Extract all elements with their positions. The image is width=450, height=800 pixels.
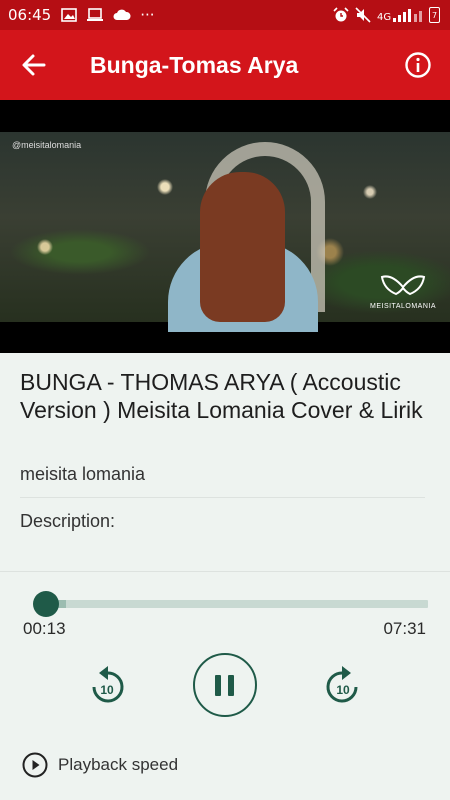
status-time: 06:45 xyxy=(8,6,52,24)
svg-text:4G: 4G xyxy=(377,12,391,22)
signal-icon: 4G xyxy=(377,9,422,22)
forward-10-button[interactable]: 10 xyxy=(322,662,364,706)
play-circle-icon xyxy=(22,752,48,778)
seek-bar[interactable] xyxy=(33,591,428,617)
battery-icon: 7 xyxy=(429,7,440,23)
mute-icon xyxy=(355,7,371,23)
total-time: 07:31 xyxy=(383,619,426,638)
pause-icon xyxy=(215,675,221,696)
playback-speed-button[interactable]: Playback speed xyxy=(22,751,178,779)
seek-track xyxy=(35,600,428,608)
pause-button[interactable] xyxy=(193,653,257,717)
current-time: 00:13 xyxy=(23,619,66,638)
image-icon xyxy=(61,8,78,22)
laptop-icon xyxy=(87,8,104,21)
replay-10-icon: 10 xyxy=(92,666,124,703)
alarm-icon xyxy=(333,7,349,22)
app-bar: Bunga-Tomas Arya xyxy=(0,30,450,100)
cloud-icon xyxy=(113,9,131,20)
info-icon xyxy=(405,52,431,78)
info-button[interactable] xyxy=(404,51,432,79)
forward-10-icon: 10 xyxy=(326,666,358,703)
seek-thumb[interactable] xyxy=(33,591,60,617)
page-title: Bunga-Tomas Arya xyxy=(90,52,299,78)
arrow-left-icon xyxy=(22,54,46,76)
video-thumbnail: @meisitalomania MEISITALOMANIA xyxy=(0,132,450,332)
forward-seconds: 10 xyxy=(336,683,350,697)
rewind-seconds: 10 xyxy=(100,683,114,697)
playback-speed-label: Playback speed xyxy=(58,755,179,774)
channel-logo: MEISITALOMANIA xyxy=(370,274,436,310)
back-button[interactable] xyxy=(20,51,48,79)
description-label: Description: xyxy=(20,511,116,531)
divider xyxy=(0,571,450,572)
channel-name[interactable]: meisita lomania xyxy=(20,464,145,485)
video-player[interactable]: @meisitalomania MEISITALOMANIA xyxy=(0,100,450,353)
video-title: BUNGA - THOMAS ARYA ( Accoustic Version … xyxy=(20,369,423,423)
video-watermark: @meisitalomania xyxy=(12,140,82,150)
rewind-10-button[interactable]: 10 xyxy=(86,662,128,706)
butterfly-logo-icon xyxy=(380,275,426,296)
status-bar: 06:45 ··· 4G 7 xyxy=(0,0,450,30)
logo-text: MEISITALOMANIA xyxy=(370,303,436,310)
more-dots-icon: ··· xyxy=(140,6,155,24)
divider xyxy=(20,497,425,498)
